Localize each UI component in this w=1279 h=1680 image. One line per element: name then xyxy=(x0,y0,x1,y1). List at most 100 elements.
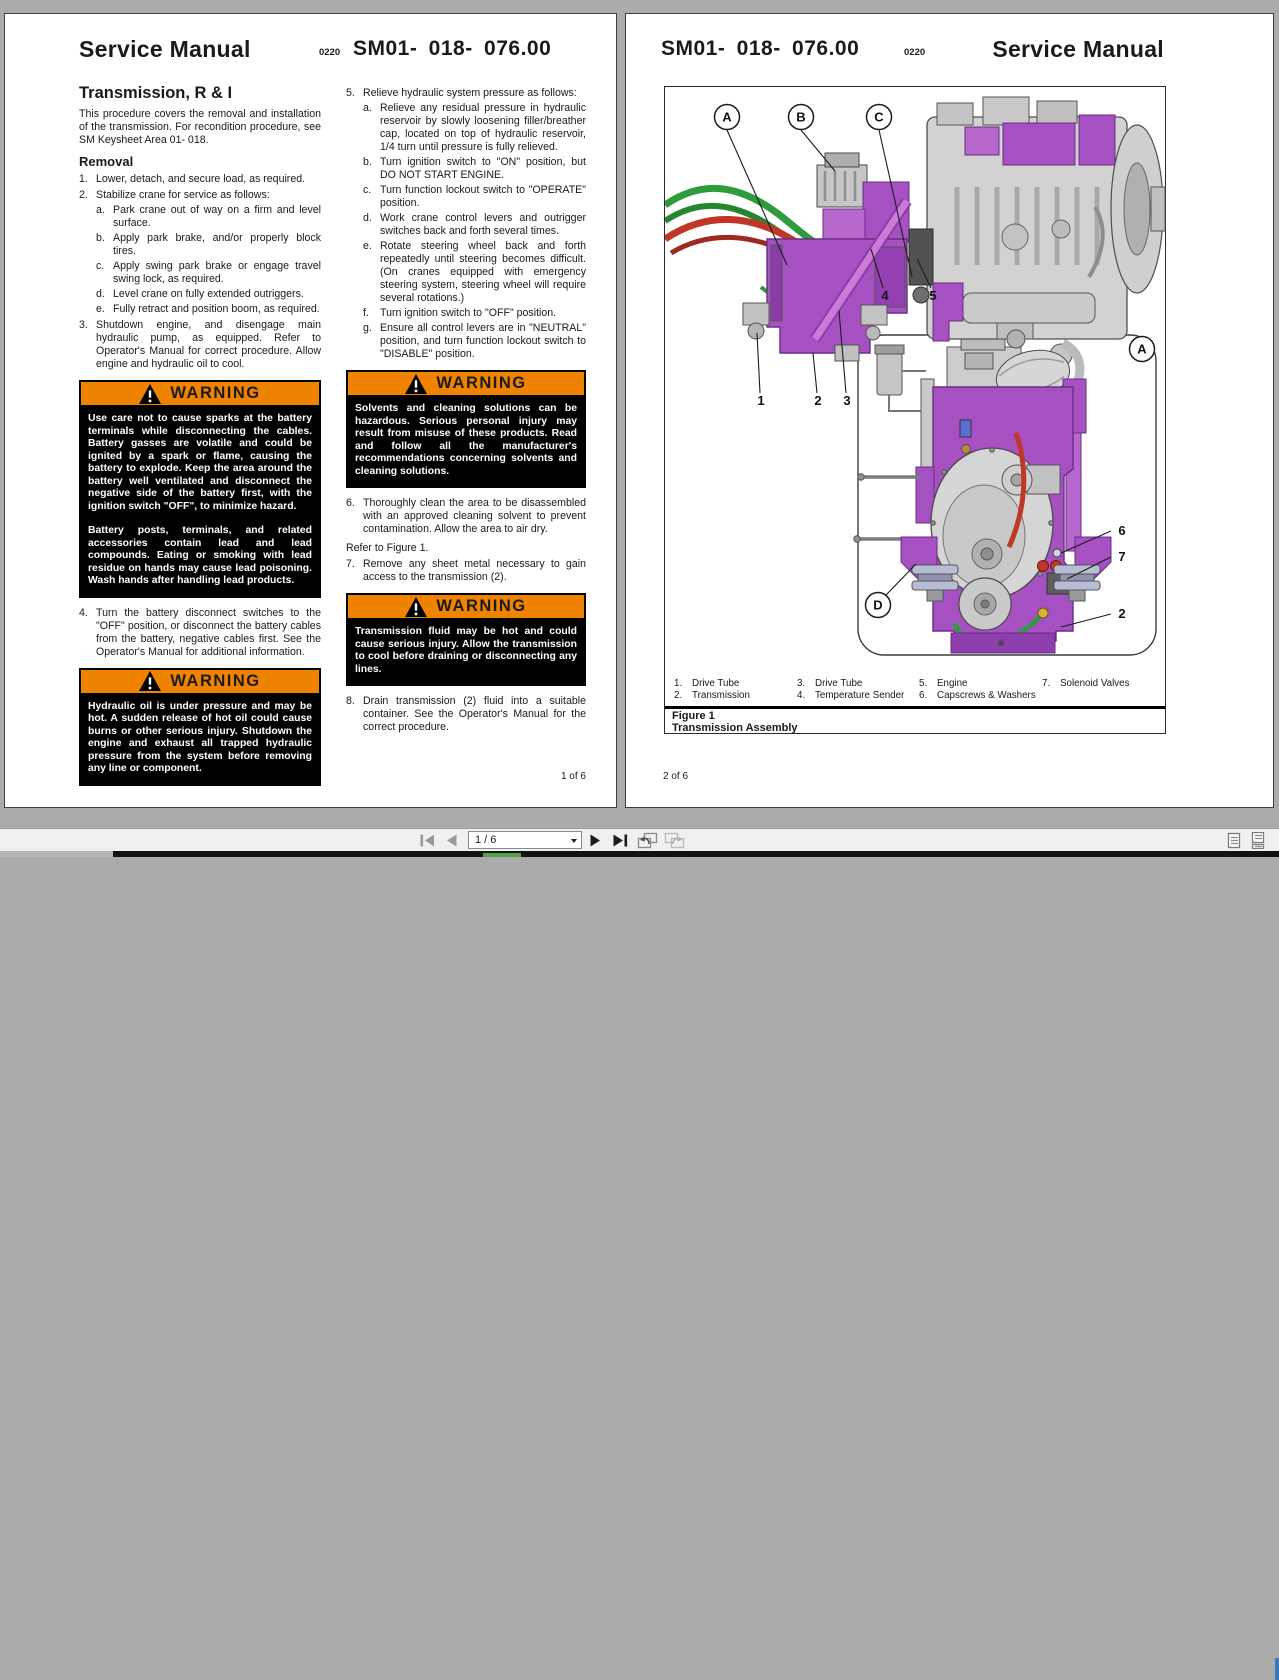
last-page-button[interactable] xyxy=(613,834,628,847)
previous-page-icon xyxy=(447,834,457,847)
previous-view-icon xyxy=(637,832,658,849)
step-text: Lower, detach, and secure load, as requi… xyxy=(96,173,306,185)
step-letter: f. xyxy=(363,307,369,319)
legend-label: Transmission xyxy=(692,690,750,701)
revision-code: 0220 xyxy=(904,47,926,58)
step-number: 2. xyxy=(79,189,88,201)
list-item: d. Work crane control levers and outrigge… xyxy=(363,212,586,238)
list-item: 6. Thoroughly clean the area to be disas… xyxy=(346,497,586,536)
callout-5-label: 5 xyxy=(929,288,936,303)
callout-4-label: 4 xyxy=(881,288,889,303)
callout-1-label: 1 xyxy=(757,393,764,408)
previous-page-button[interactable] xyxy=(446,834,457,847)
step-text: Shutdown engine, and disengage main hydr… xyxy=(96,319,321,370)
step-letter: a. xyxy=(363,102,372,114)
step-text: Drain transmission (2) fluid into a suit… xyxy=(363,695,586,733)
list-item: 2. Stabilize crane for service as follow… xyxy=(79,189,321,202)
list-item: b. Apply park brake, and/or properly bloc… xyxy=(96,232,321,258)
scrolling-page-view-icon xyxy=(1251,831,1265,850)
chevron-down-icon xyxy=(571,839,577,843)
step-text: Turn function lockout switch to "OPERATE… xyxy=(380,184,586,209)
step-number: 7. xyxy=(346,558,355,570)
list-item: a. Park crane out of way on a firm and le… xyxy=(96,204,321,230)
step-letter: d. xyxy=(363,212,372,224)
list-item: e. Rotate steering wheel back and forth r… xyxy=(363,240,586,305)
list-item: d. Level crane on fully extended outrigge… xyxy=(96,288,321,301)
legend-label: Solenoid Valves xyxy=(1060,678,1130,689)
legend-number: 3. xyxy=(797,678,806,689)
single-page-view-button[interactable] xyxy=(1227,832,1241,849)
step-letter: e. xyxy=(96,303,105,315)
callout-b-label: B xyxy=(796,110,805,125)
list-item: g. Ensure all control levers are in "NEUT… xyxy=(363,322,586,361)
step-number: 4. xyxy=(79,606,88,619)
step-text: Relieve any residual pressure in hydraul… xyxy=(380,102,586,153)
page-number: 1 of 6 xyxy=(560,771,586,782)
transmission-assembly-illustration: A B C 1 2 3 4 5 A D 6 7 2 xyxy=(665,96,1166,656)
warning-body: Hydraulic oil is under pressure and may … xyxy=(81,694,319,784)
list-item: 5. Relieve hydraulic system pressure as … xyxy=(346,87,586,100)
legend-label: Temperature Sender xyxy=(815,690,905,701)
callout-d-label: D xyxy=(873,598,882,613)
next-page-button[interactable] xyxy=(590,834,601,847)
scrolling-page-view-button[interactable] xyxy=(1251,831,1265,850)
callout-6-label: 6 xyxy=(1118,523,1125,538)
left-column: Transmission, R & I This procedure cover… xyxy=(79,85,321,795)
warning-text: Use care not to cause sparks at the batt… xyxy=(88,413,312,512)
figure-caption-title: Transmission Assembly xyxy=(672,722,798,734)
page-number-combobox[interactable]: 1 / 6 xyxy=(468,831,582,849)
callout-2b-label: 2 xyxy=(1118,606,1125,621)
warning-box-battery: WARNING Use care not to cause sparks at … xyxy=(79,380,321,598)
single-page-view-icon xyxy=(1227,832,1241,849)
warning-header: WARNING xyxy=(348,595,584,620)
list-item: 1. Lower, detach, and secure load, as re… xyxy=(79,173,321,186)
warning-triangle-icon xyxy=(405,596,428,617)
warning-label: WARNING xyxy=(170,384,261,402)
step-text: Rotate steering wheel back and forth rep… xyxy=(380,240,586,304)
step-letter: e. xyxy=(363,240,372,252)
intro-paragraph: This procedure covers the removal and in… xyxy=(79,108,321,146)
callout-7-label: 7 xyxy=(1118,549,1125,564)
figure-1-box: A B C 1 2 3 4 5 A D 6 7 2 1. Drive Tube … xyxy=(664,86,1166,734)
warning-triangle-icon xyxy=(405,373,428,394)
previous-view-button[interactable] xyxy=(637,832,658,849)
page-number: 2 of 6 xyxy=(663,771,689,782)
step-number: 8. xyxy=(346,695,355,707)
warning-label: WARNING xyxy=(436,597,527,615)
step-letter: b. xyxy=(363,156,372,168)
warning-header: WARNING xyxy=(348,372,584,397)
warning-box-fluid: WARNING Transmission fluid may be hot an… xyxy=(346,593,586,686)
step-text: Fully retract and position boom, as requ… xyxy=(113,303,320,315)
refer-note: Refer to Figure 1. xyxy=(346,542,429,554)
document-number: SM01- 018- 076.00 xyxy=(353,37,552,60)
legend-number: 5. xyxy=(919,678,928,689)
list-item: 8. Drain transmission (2) fluid into a s… xyxy=(346,695,586,734)
next-view-button[interactable] xyxy=(664,832,685,849)
bottom-bar xyxy=(113,851,1279,857)
callout-c-label: C xyxy=(874,110,884,125)
document-page-1: Service Manual 0220 SM01- 018- 076.00 Tr… xyxy=(4,13,617,808)
warning-text: Transmission fluid may be hot and could … xyxy=(355,626,577,675)
callout-3-label: 3 xyxy=(843,393,850,408)
legend-label: Drive Tube xyxy=(815,678,863,689)
step-text: Level crane on fully extended outriggers… xyxy=(113,288,304,300)
warning-triangle-icon xyxy=(139,671,162,691)
step-number: 1. xyxy=(79,173,88,185)
last-page-icon xyxy=(613,834,628,847)
list-item: 4. Turn the battery disconnect switches … xyxy=(79,607,321,659)
right-column: 5. Relieve hydraulic system pressure as … xyxy=(346,87,586,734)
list-item: f. Turn ignition switch to "OFF" position… xyxy=(363,307,586,320)
step-text: Apply swing park brake or engage travel … xyxy=(113,260,321,285)
list-item: e. Fully retract and position boom, as re… xyxy=(96,303,321,316)
next-page-icon xyxy=(590,834,600,847)
step-letter: c. xyxy=(363,184,372,196)
warning-box-solvents: WARNING Solvents and cleaning solutions … xyxy=(346,370,586,488)
warning-header: WARNING xyxy=(81,382,319,407)
step-letter: a. xyxy=(96,204,105,216)
callout-a2-label: A xyxy=(1137,342,1147,357)
step-letter: g. xyxy=(363,322,372,334)
first-page-button[interactable] xyxy=(420,834,435,847)
step-number: 5. xyxy=(346,87,355,99)
figure-caption-number: Figure 1 xyxy=(672,710,715,722)
step-text: Turn ignition switch to "OFF" position. xyxy=(380,307,557,319)
